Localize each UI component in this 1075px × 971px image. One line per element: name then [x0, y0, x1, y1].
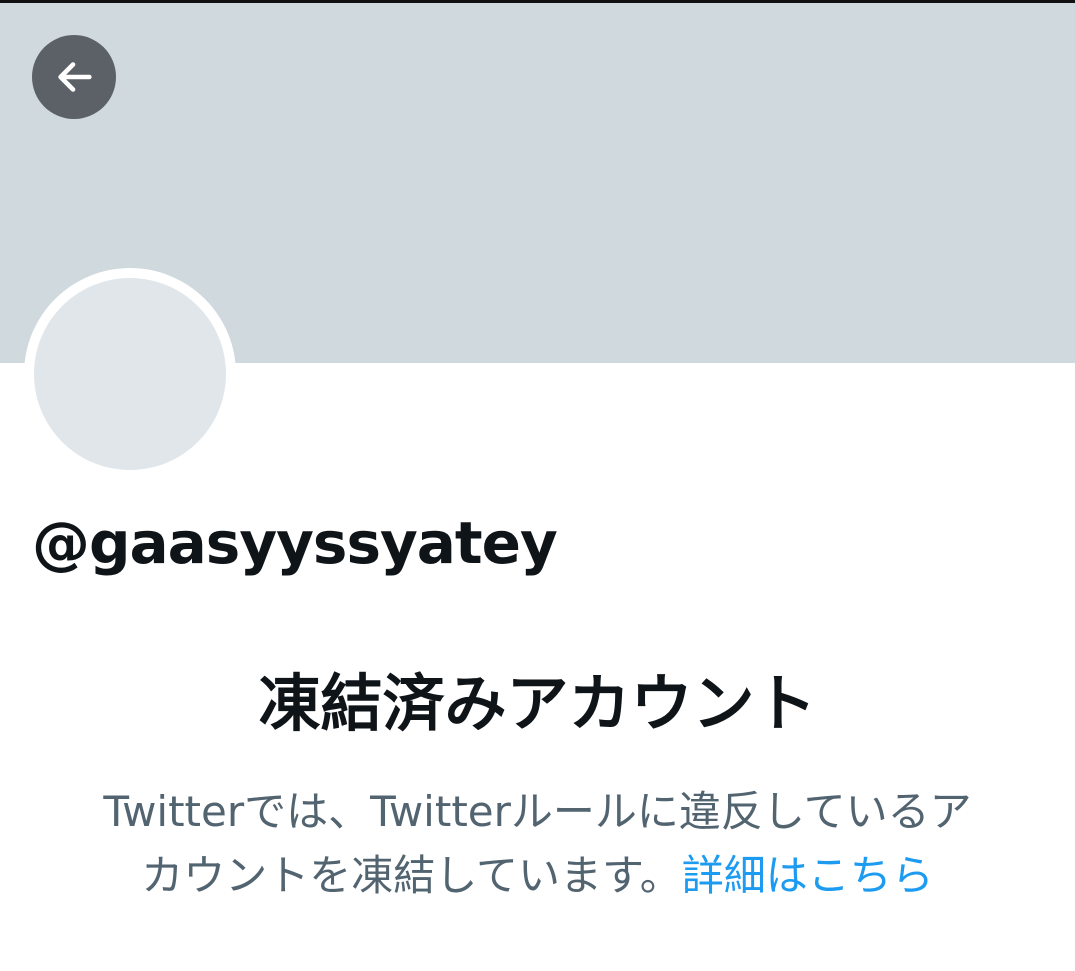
arrow-left-icon [58, 62, 92, 92]
description-line-1: Twitterでは、Twitterルールに違反しているア [103, 787, 972, 836]
description-line-2-text: カウントを凍結しています。 [141, 851, 682, 900]
description-line-2: カウントを凍結しています。詳細はこちら [60, 844, 1015, 908]
suspended-account-title: 凍結済みアカウント [258, 667, 817, 740]
back-button[interactable] [32, 35, 116, 119]
avatar[interactable] [34, 278, 226, 470]
suspension-description: Twitterでは、Twitterルールに違反しているア カウントを凍結していま… [60, 780, 1015, 908]
profile-handle: @gaasyyssyatey [32, 509, 558, 577]
suspended-profile-page: @gaasyyssyatey 凍結済みアカウント Twitterでは、Twitt… [0, 0, 1075, 971]
learn-more-link[interactable]: 詳細はこちら [682, 851, 934, 900]
